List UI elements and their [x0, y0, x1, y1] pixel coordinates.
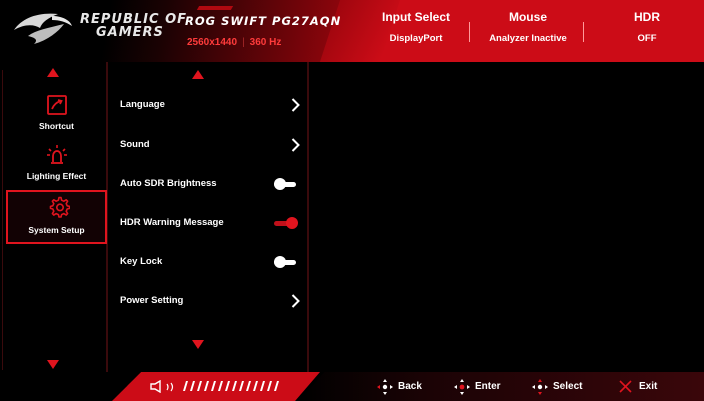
chevron-right-icon — [291, 294, 300, 308]
refresh-rate: 360 Hz — [249, 37, 282, 48]
system-setup-menu: Language Sound Auto SDR Brightness HDR W… — [108, 62, 308, 372]
menu-item-key-lock[interactable]: Key Lock — [120, 252, 306, 272]
shortcut-icon — [47, 95, 67, 115]
key-lock-toggle[interactable] — [274, 256, 300, 268]
status-key: HDR — [634, 10, 660, 24]
menu-scroll-up-icon[interactable] — [192, 70, 204, 79]
osd-footer: Back Enter Select Exit — [0, 372, 704, 401]
brand-line-2: GAMERS — [96, 25, 164, 40]
input-select-status: Input Select DisplayPort — [368, 0, 464, 62]
status-divider — [469, 22, 470, 42]
auto-sdr-brightness-toggle[interactable] — [274, 178, 300, 190]
enter-button[interactable]: Enter — [453, 378, 515, 396]
resolution: 2560x1440 — [187, 37, 238, 48]
dpad-left-icon — [377, 379, 393, 395]
menu-item-hdr-warning-message[interactable]: HDR Warning Message — [120, 213, 306, 233]
select-button[interactable]: Select — [531, 378, 597, 396]
sidebar-item-lighting-effect[interactable]: Lighting Effect — [6, 142, 107, 192]
menu-item-label: HDR Warning Message — [120, 217, 224, 228]
menu-item-sound[interactable]: Sound — [120, 135, 306, 155]
toggle-knob — [286, 217, 298, 229]
chevron-right-icon — [291, 138, 300, 152]
toggle-knob — [274, 256, 286, 268]
dpad-center-icon — [454, 379, 470, 395]
speaker-icon — [150, 380, 161, 393]
volume-level-icon — [183, 381, 279, 391]
status-value: DisplayPort — [389, 33, 443, 44]
sidebar-item-label: Lighting Effect — [26, 171, 87, 181]
submenu-panel — [308, 62, 704, 372]
status-key: Input Select — [381, 10, 450, 24]
menu-item-power-setting[interactable]: Power Setting — [120, 291, 306, 311]
hdr-status: HDR OFF — [600, 0, 694, 62]
status-divider — [583, 22, 584, 42]
exit-button[interactable]: Exit — [617, 378, 667, 396]
mouse-status: Mouse Analyzer Inactive — [478, 0, 578, 62]
menu-item-label: Sound — [120, 139, 150, 150]
model-accent — [196, 6, 234, 10]
sidebar-item-system-setup[interactable]: System Setup — [6, 190, 107, 244]
status-value: OFF — [637, 33, 657, 44]
sidebar-scroll-down-icon[interactable] — [47, 360, 59, 369]
lighting-effect-icon — [47, 145, 67, 164]
sound-waves-icon — [166, 382, 174, 392]
menu-item-label: Language — [120, 99, 165, 110]
menu-item-label: Power Setting — [120, 295, 184, 306]
spec-divider: | — [242, 37, 245, 48]
menu-item-language[interactable]: Language — [120, 95, 306, 115]
back-label: Back — [398, 381, 422, 392]
select-label: Select — [553, 381, 583, 392]
menu-scroll-down-icon[interactable] — [192, 340, 204, 349]
brand-name: REPUBLIC OF GAMERS — [80, 13, 187, 39]
sidebar-scroll-up-icon[interactable] — [47, 68, 59, 77]
rog-eye-logo — [14, 13, 72, 44]
gear-icon — [49, 196, 70, 218]
volume-bar — [112, 372, 320, 401]
model-name: ROG SWIFT PG27AQN — [185, 14, 342, 28]
sidebar-item-label: Shortcut — [39, 121, 74, 131]
status-value: Analyzer Inactive — [489, 33, 567, 44]
enter-label: Enter — [475, 381, 501, 392]
sidebar-item-label: System Setup — [28, 225, 85, 235]
sidebar: Shortcut Lighting Effect System Setup — [2, 62, 107, 401]
menu-item-auto-sdr-brightness[interactable]: Auto SDR Brightness — [120, 174, 306, 194]
toggle-knob — [274, 178, 286, 190]
menu-item-label: Key Lock — [120, 256, 163, 267]
exit-label: Exit — [639, 381, 658, 392]
chevron-right-icon — [291, 98, 300, 112]
status-key: Mouse — [508, 10, 547, 24]
back-button[interactable]: Back — [376, 378, 436, 396]
osd-header: REPUBLIC OF GAMERS ROG SWIFT PG27AQN 256… — [0, 0, 704, 62]
close-icon — [619, 380, 632, 393]
display-specs: 2560x1440 | 360 Hz — [187, 37, 281, 48]
sidebar-item-shortcut[interactable]: Shortcut — [6, 92, 107, 142]
dpad-updown-icon — [532, 379, 548, 395]
menu-item-label: Auto SDR Brightness — [120, 178, 217, 189]
hdr-warning-message-toggle[interactable] — [274, 217, 300, 229]
